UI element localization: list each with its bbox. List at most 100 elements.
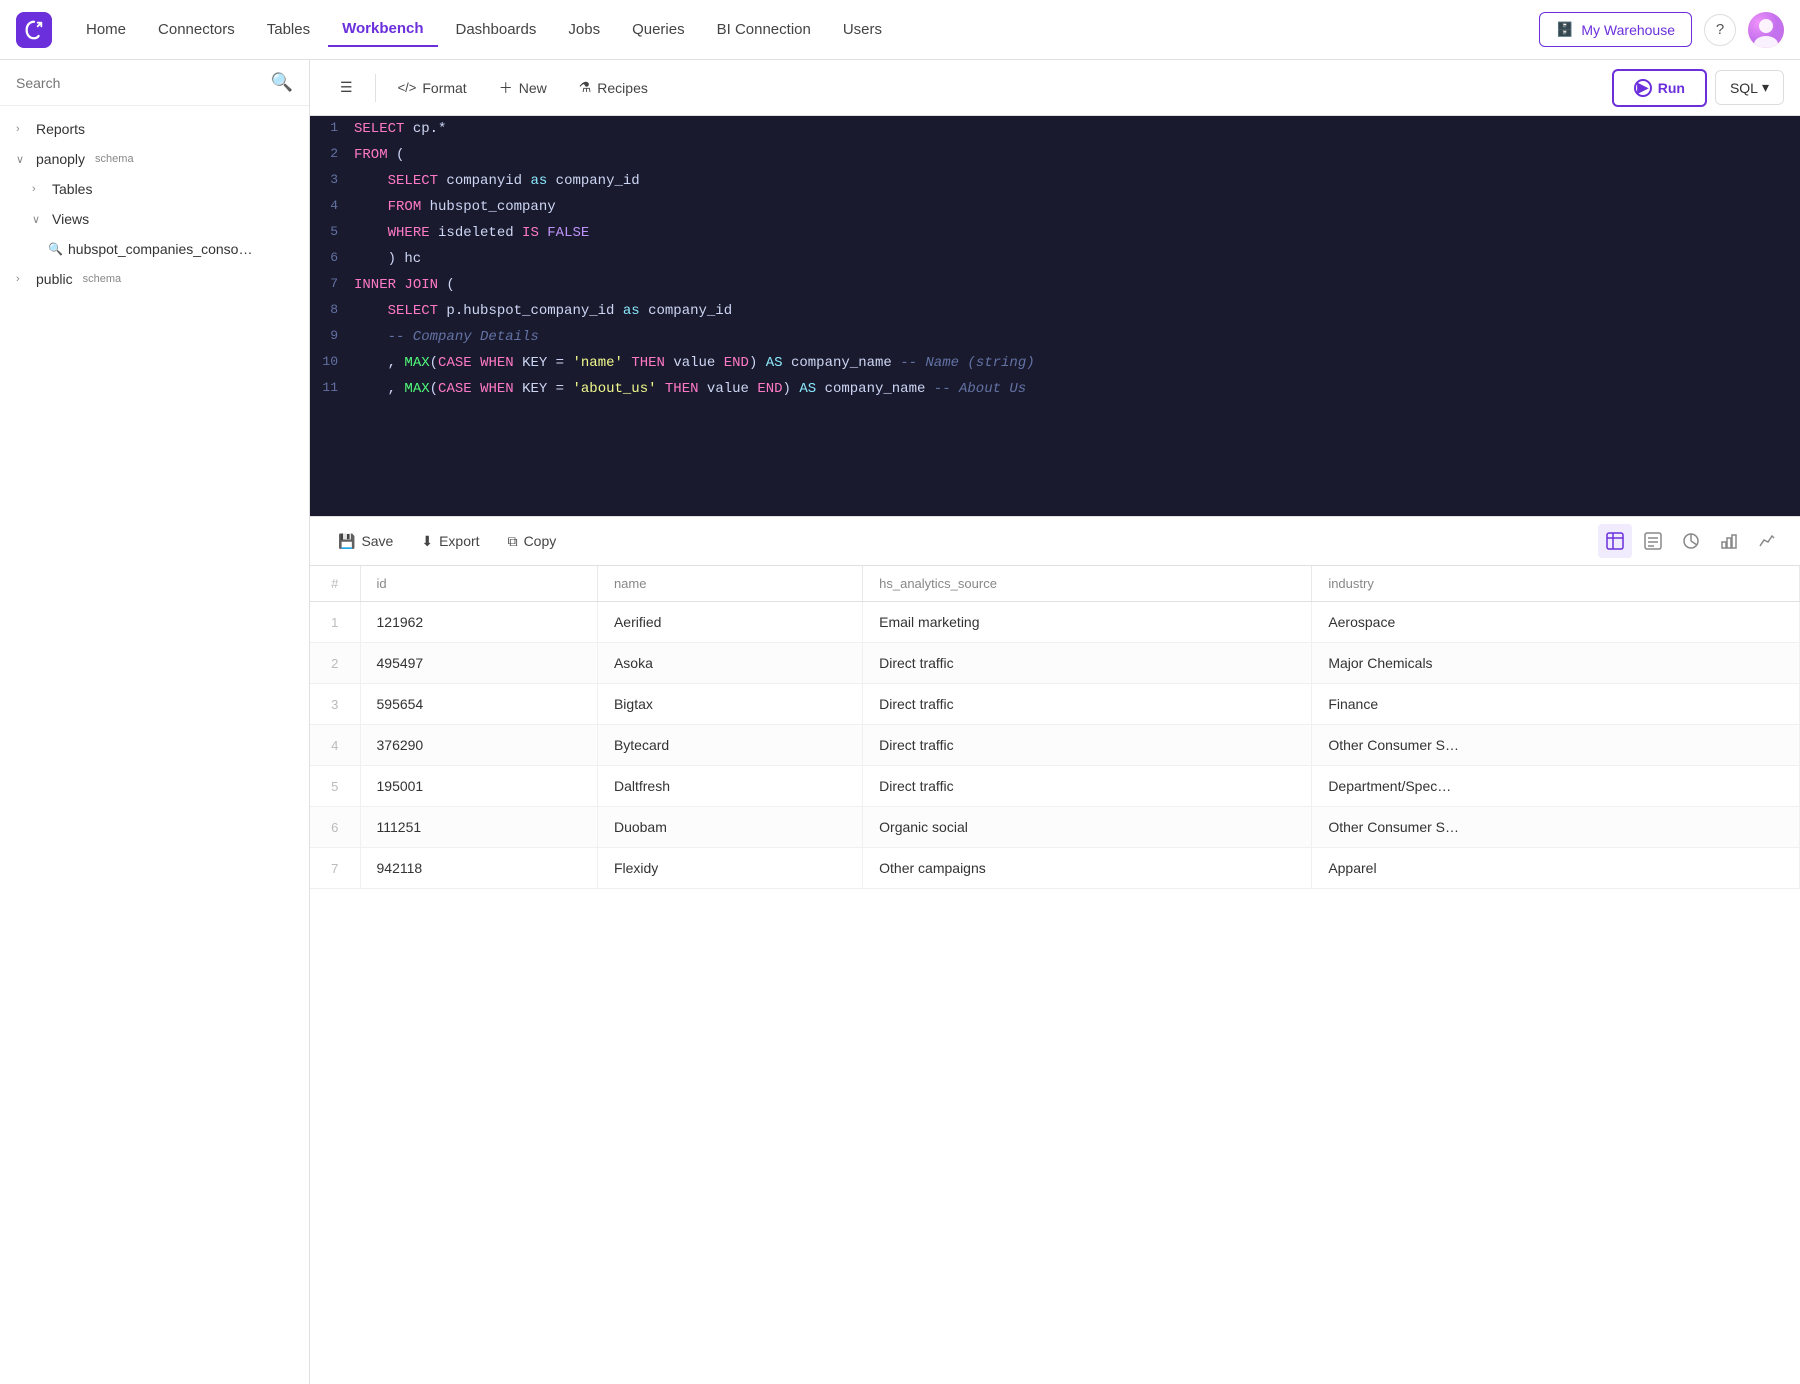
sidebar-tree: › Reports ∨ panoply schema › Tables ∨ Vi… [0,106,309,1384]
nav-items: Home Connectors Tables Workbench Dashboa… [72,12,1539,47]
table-row: 6111251DuobamOrganic socialOther Consume… [310,807,1800,848]
cell-value: Direct traffic [863,643,1312,684]
cell-value: Department/Spec… [1312,766,1800,807]
cell-value: Other campaigns [863,848,1312,889]
pie-chart-icon[interactable] [1674,524,1708,558]
code-line: 11 , MAX(CASE WHEN KEY = 'about_us' THEN… [310,376,1800,402]
code-line: 5 WHERE isdeleted IS FALSE [310,220,1800,246]
sidebar-item-tables[interactable]: › Tables [0,174,309,204]
col-header-industry: industry [1312,566,1800,602]
nav-queries[interactable]: Queries [618,13,699,46]
line-number: 11 [310,376,354,402]
chevron-right-icon: › [16,123,30,135]
sidebar-item-panoply[interactable]: ∨ panoply schema [0,144,309,174]
copy-button[interactable]: ⧉ Copy [496,527,569,556]
export-icon: ⬇ [421,533,433,550]
col-header-hs-analytics: hs_analytics_source [863,566,1312,602]
format-button[interactable]: </> Format [384,73,481,103]
chevron-down-icon: ∨ [16,153,30,166]
sidebar-item-public[interactable]: › public schema [0,264,309,294]
sidebar-item-hubspot[interactable]: 🔍 hubspot_companies_conso… [0,234,309,264]
nav-tables[interactable]: Tables [253,13,324,46]
sidebar-item-views[interactable]: ∨ Views [0,204,309,234]
col-header-name: name [597,566,862,602]
code-line: 4 FROM hubspot_company [310,194,1800,220]
row-number: 3 [310,684,360,725]
nav-users[interactable]: Users [829,13,896,46]
row-number: 5 [310,766,360,807]
run-button[interactable]: ▶ Run [1612,69,1707,107]
toolbar-divider [375,74,376,102]
list-icon: ☰ [340,79,353,96]
save-button[interactable]: 💾 Save [326,527,405,556]
search-input[interactable] [16,75,263,91]
nav-home[interactable]: Home [72,13,140,46]
nav-bi-connection[interactable]: BI Connection [703,13,825,46]
cell-value: 376290 [360,725,597,766]
recipes-button[interactable]: ⚗ Recipes [565,72,662,103]
sidebar-item-label: Reports [36,121,85,137]
app-logo[interactable] [16,12,52,48]
chevron-right-icon: › [16,273,30,285]
sidebar-item-label: hubspot_companies_conso… [68,241,252,257]
code-line: 2FROM ( [310,142,1800,168]
help-button[interactable]: ? [1704,14,1736,46]
user-avatar[interactable] [1748,12,1784,48]
code-icon: </> [398,80,417,95]
cell-value: Other Consumer S… [1312,807,1800,848]
cell-value: Organic social [863,807,1312,848]
cell-value: Direct traffic [863,725,1312,766]
row-number: 6 [310,807,360,848]
line-number: 9 [310,324,354,350]
export-label: Export [439,533,479,549]
format-label: Format [422,80,466,96]
row-number: 2 [310,643,360,684]
schema-badge: schema [95,153,134,165]
warehouse-button[interactable]: 🗄️ My Warehouse [1539,12,1692,47]
row-number: 1 [310,602,360,643]
line-number: 1 [310,116,354,142]
schema-badge: schema [83,273,122,285]
line-number: 5 [310,220,354,246]
table-view-icon[interactable] [1598,524,1632,558]
line-chart-icon[interactable] [1750,524,1784,558]
bar-chart-icon[interactable] [1712,524,1746,558]
nav-jobs[interactable]: Jobs [554,13,614,46]
table-row: 4376290BytecardDirect trafficOther Consu… [310,725,1800,766]
search-icon[interactable]: 🔍 [271,72,293,93]
export-button[interactable]: ⬇ Export [409,527,491,556]
table-row: 1121962AerifiedEmail marketingAerospace [310,602,1800,643]
line-number: 7 [310,272,354,298]
sidebar: 🔍 › Reports ∨ panoply schema › Tables ∨ … [0,60,310,1384]
copy-label: Copy [524,533,557,549]
code-line: 6 ) hc [310,246,1800,272]
list-view-button[interactable]: ☰ [326,72,367,103]
table-row: 7942118FlexidyOther campaignsApparel [310,848,1800,889]
nav-connectors[interactable]: Connectors [144,13,249,46]
cell-value: Aerified [597,602,862,643]
sidebar-item-label: Views [52,211,89,227]
flask-icon: ⚗ [579,79,592,96]
nav-dashboards[interactable]: Dashboards [442,13,551,46]
chevron-right-icon: › [32,183,46,195]
cell-value: Other Consumer S… [1312,725,1800,766]
new-label: New [519,80,547,96]
sql-code-editor[interactable]: 1SELECT cp.*2FROM (3 SELECT companyid as… [310,116,1800,516]
sidebar-item-reports[interactable]: › Reports [0,114,309,144]
table-row: 5195001DaltfreshDirect trafficDepartment… [310,766,1800,807]
chevron-down-icon: ∨ [32,213,46,226]
cell-value: 495497 [360,643,597,684]
save-icon: 💾 [338,533,355,550]
new-button[interactable]: ＋ New [485,71,561,105]
sql-dropdown-button[interactable]: SQL ▾ [1715,70,1784,105]
code-line: 8 SELECT p.hubspot_company_id as company… [310,298,1800,324]
plus-icon: ＋ [499,78,513,98]
line-number: 6 [310,246,354,272]
cell-value: Duobam [597,807,862,848]
nav-workbench[interactable]: Workbench [328,12,437,47]
cell-value: Finance [1312,684,1800,725]
cell-value: Email marketing [863,602,1312,643]
line-code: FROM hubspot_company [354,194,1800,220]
code-line: 10 , MAX(CASE WHEN KEY = 'name' THEN val… [310,350,1800,376]
detail-view-icon[interactable] [1636,524,1670,558]
